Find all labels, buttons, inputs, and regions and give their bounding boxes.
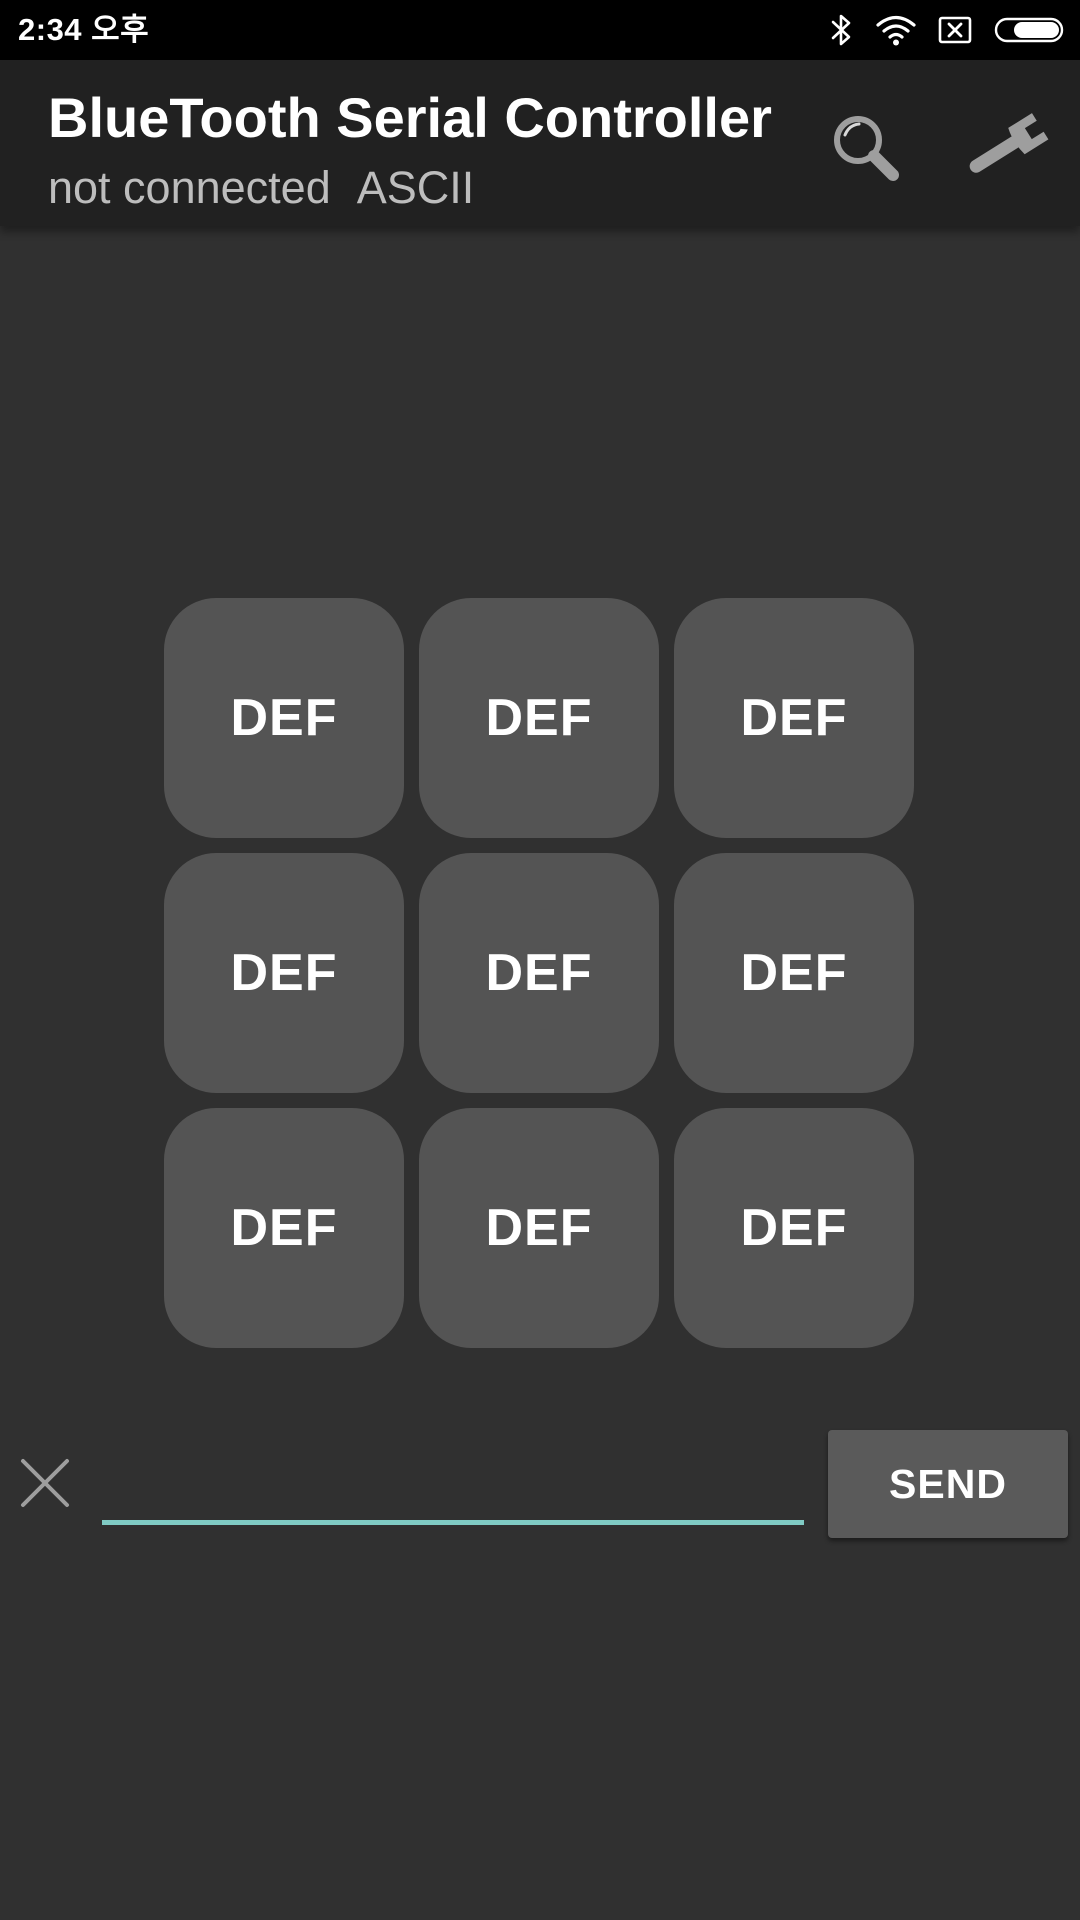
settings-button[interactable] (958, 104, 1054, 194)
grid-button-7[interactable]: DEF (164, 1108, 404, 1348)
input-underline (102, 1520, 804, 1525)
search-button[interactable] (820, 104, 910, 194)
grid-button-1[interactable]: DEF (164, 598, 404, 838)
grid-button-5[interactable]: DEF (419, 853, 659, 1093)
grid-button-6[interactable]: DEF (674, 853, 914, 1093)
status-time: 2:34 오후 (18, 12, 150, 47)
grid-button-9[interactable]: DEF (674, 1108, 914, 1348)
button-grid: DEF DEF DEF DEF DEF DEF DEF DEF DEF (164, 598, 916, 1348)
close-icon (17, 1455, 73, 1516)
grid-button-8[interactable]: DEF (419, 1108, 659, 1348)
sim-missing-icon (938, 15, 972, 45)
connection-status: not connected (48, 162, 331, 213)
status-bar: 2:34 오후 (0, 0, 1080, 60)
send-button[interactable]: SEND (828, 1430, 1068, 1538)
app-subtitle: not connected ASCII (48, 160, 474, 216)
status-icons (830, 10, 1066, 50)
grid-button-3[interactable]: DEF (674, 598, 914, 838)
grid-button-4[interactable]: DEF (164, 853, 404, 1093)
clear-button[interactable] (14, 1454, 76, 1516)
search-icon (827, 109, 903, 190)
battery-icon (994, 16, 1066, 44)
wifi-icon (876, 14, 916, 46)
message-input[interactable] (102, 1440, 804, 1520)
app-title: BlueTooth Serial Controller (48, 86, 772, 149)
bluetooth-icon (830, 12, 854, 48)
message-input-wrap (102, 1440, 804, 1525)
mode-label: ASCII (356, 162, 475, 213)
app-bar: BlueTooth Serial Controller not connecte… (0, 60, 1080, 226)
grid-button-2[interactable]: DEF (419, 598, 659, 838)
wrench-icon (962, 111, 1050, 188)
